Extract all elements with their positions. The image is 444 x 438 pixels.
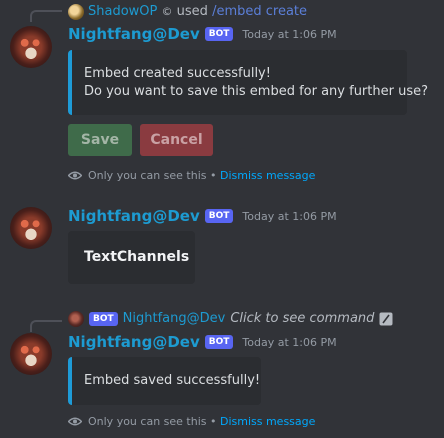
slash-command-icon bbox=[379, 312, 393, 325]
eye-icon bbox=[68, 417, 82, 426]
embed-line-1: Embed created successfully! bbox=[84, 66, 271, 81]
author-name[interactable]: Nightfang@Dev bbox=[68, 25, 200, 43]
timestamp[interactable]: Today at 1:06 PM bbox=[242, 210, 336, 223]
avatar[interactable] bbox=[10, 26, 52, 68]
avatar[interactable] bbox=[10, 207, 52, 249]
save-button[interactable]: Save bbox=[68, 124, 132, 156]
embed: TextChannels bbox=[68, 231, 195, 284]
reply-hint[interactable]: Click to see command bbox=[230, 311, 374, 326]
dismiss-message-link[interactable]: Dismiss message bbox=[220, 169, 315, 182]
ephemeral-notice: Only you can see this • Dismiss message bbox=[68, 169, 315, 182]
message-header: Nightfang@Dev BOT Today at 1:06 PM bbox=[68, 333, 337, 351]
avatar[interactable] bbox=[10, 333, 52, 375]
timestamp[interactable]: Today at 1:06 PM bbox=[242, 336, 336, 349]
reply-username[interactable]: Nightfang@Dev bbox=[123, 311, 226, 326]
reply-avatar[interactable] bbox=[68, 4, 84, 20]
embed-line-2: Do you want to save this embed for any f… bbox=[84, 84, 428, 99]
reply-avatar[interactable] bbox=[68, 311, 84, 327]
author-name[interactable]: Nightfang@Dev bbox=[68, 333, 200, 351]
ephemeral-notice: Only you can see this • Dismiss message bbox=[68, 415, 315, 428]
ephemeral-text: Only you can see this • Dismiss message bbox=[88, 169, 316, 182]
embed: Embed saved successfully! bbox=[68, 357, 261, 405]
ephemeral-text: Only you can see this • Dismiss message bbox=[88, 415, 316, 428]
command-icon: © bbox=[161, 5, 173, 18]
reply-username[interactable]: ShadowOP bbox=[88, 4, 157, 19]
reply-connector bbox=[30, 320, 62, 332]
cancel-button[interactable]: Cancel bbox=[140, 124, 213, 156]
embed-title: TextChannels bbox=[84, 249, 190, 265]
bot-badge: BOT bbox=[204, 27, 234, 41]
timestamp[interactable]: Today at 1:06 PM bbox=[242, 28, 336, 41]
bot-badge: BOT bbox=[204, 209, 234, 223]
author-name[interactable]: Nightfang@Dev bbox=[68, 207, 200, 225]
reply-context[interactable]: BOT Nightfang@Dev Click to see command bbox=[89, 311, 393, 326]
reply-bot-badge: BOT bbox=[89, 311, 118, 326]
message-header: Nightfang@Dev BOT Today at 1:06 PM bbox=[68, 207, 337, 225]
embed: Embed created successfully! Do you want … bbox=[68, 50, 428, 115]
reply-connector bbox=[30, 10, 62, 22]
dismiss-message-link[interactable]: Dismiss message bbox=[220, 415, 315, 428]
reply-command[interactable]: /embed create bbox=[212, 4, 307, 19]
reply-used-text: used bbox=[176, 4, 208, 19]
reply-context[interactable]: ShadowOP © used /embed create bbox=[88, 4, 307, 19]
message-header: Nightfang@Dev BOT Today at 1:06 PM bbox=[68, 25, 337, 43]
eye-icon bbox=[68, 171, 82, 180]
embed-text: Embed saved successfully! bbox=[84, 373, 261, 388]
bot-badge: BOT bbox=[204, 335, 234, 349]
